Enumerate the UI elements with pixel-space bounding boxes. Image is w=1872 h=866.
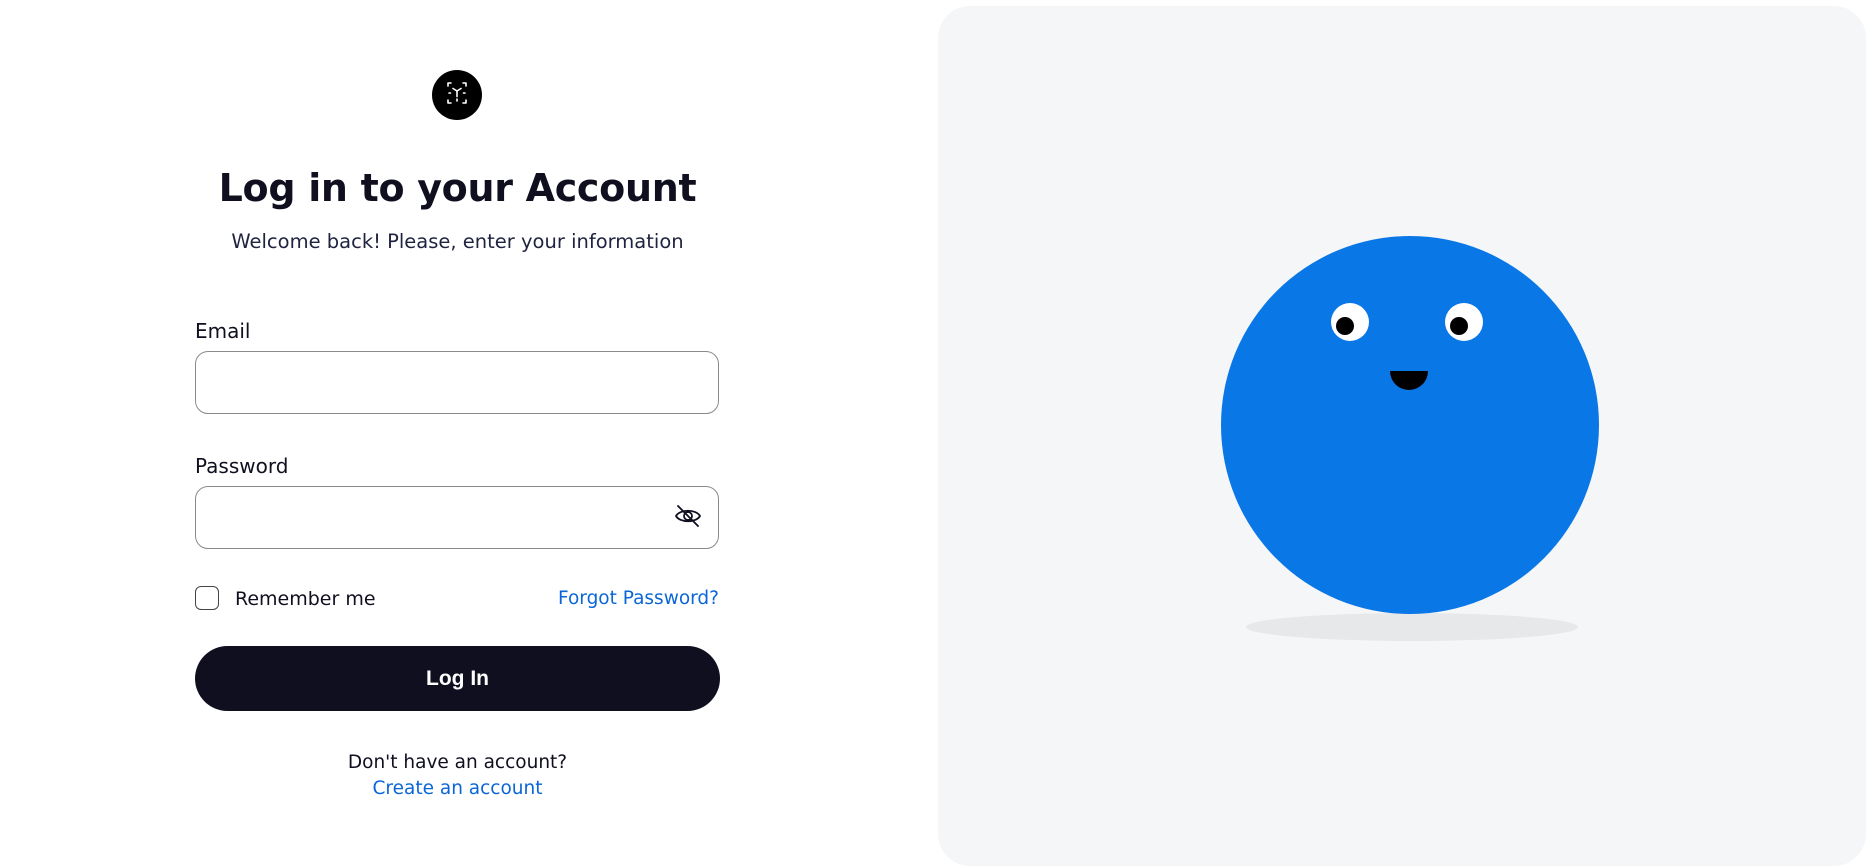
password-label: Password [195,454,289,478]
page-subtitle: Welcome back! Please, enter your informa… [231,230,684,253]
mascot-left-eye [1331,303,1369,341]
brand-logo [432,70,482,120]
page-title: Log in to your Account [218,166,697,210]
eye-off-icon [673,501,703,535]
scan-cube-icon [442,78,472,112]
mascot-right-eye [1445,303,1483,341]
login-button[interactable]: Log In [195,646,720,711]
mascot-shadow [1246,613,1578,641]
password-field[interactable] [195,486,719,549]
mascot-body [1221,236,1599,614]
login-form-panel: Log in to your Account Welcome back! Ple… [0,0,940,866]
mascot-illustration [1221,236,1599,641]
remember-me-checkbox[interactable] [195,586,219,610]
email-field[interactable] [195,351,719,414]
remember-row: Remember me Forgot Password? [195,585,719,613]
email-label: Email [195,319,251,343]
create-account-link[interactable]: Create an account [195,776,720,802]
password-visibility-toggle[interactable] [672,502,704,534]
remember-me-label[interactable]: Remember me [235,585,376,613]
login-page: Log in to your Account Welcome back! Ple… [0,0,1872,866]
forgot-password-link[interactable]: Forgot Password? [558,585,719,613]
illustration-panel [938,6,1866,866]
no-account-prompt: Don't have an account? [347,752,568,773]
